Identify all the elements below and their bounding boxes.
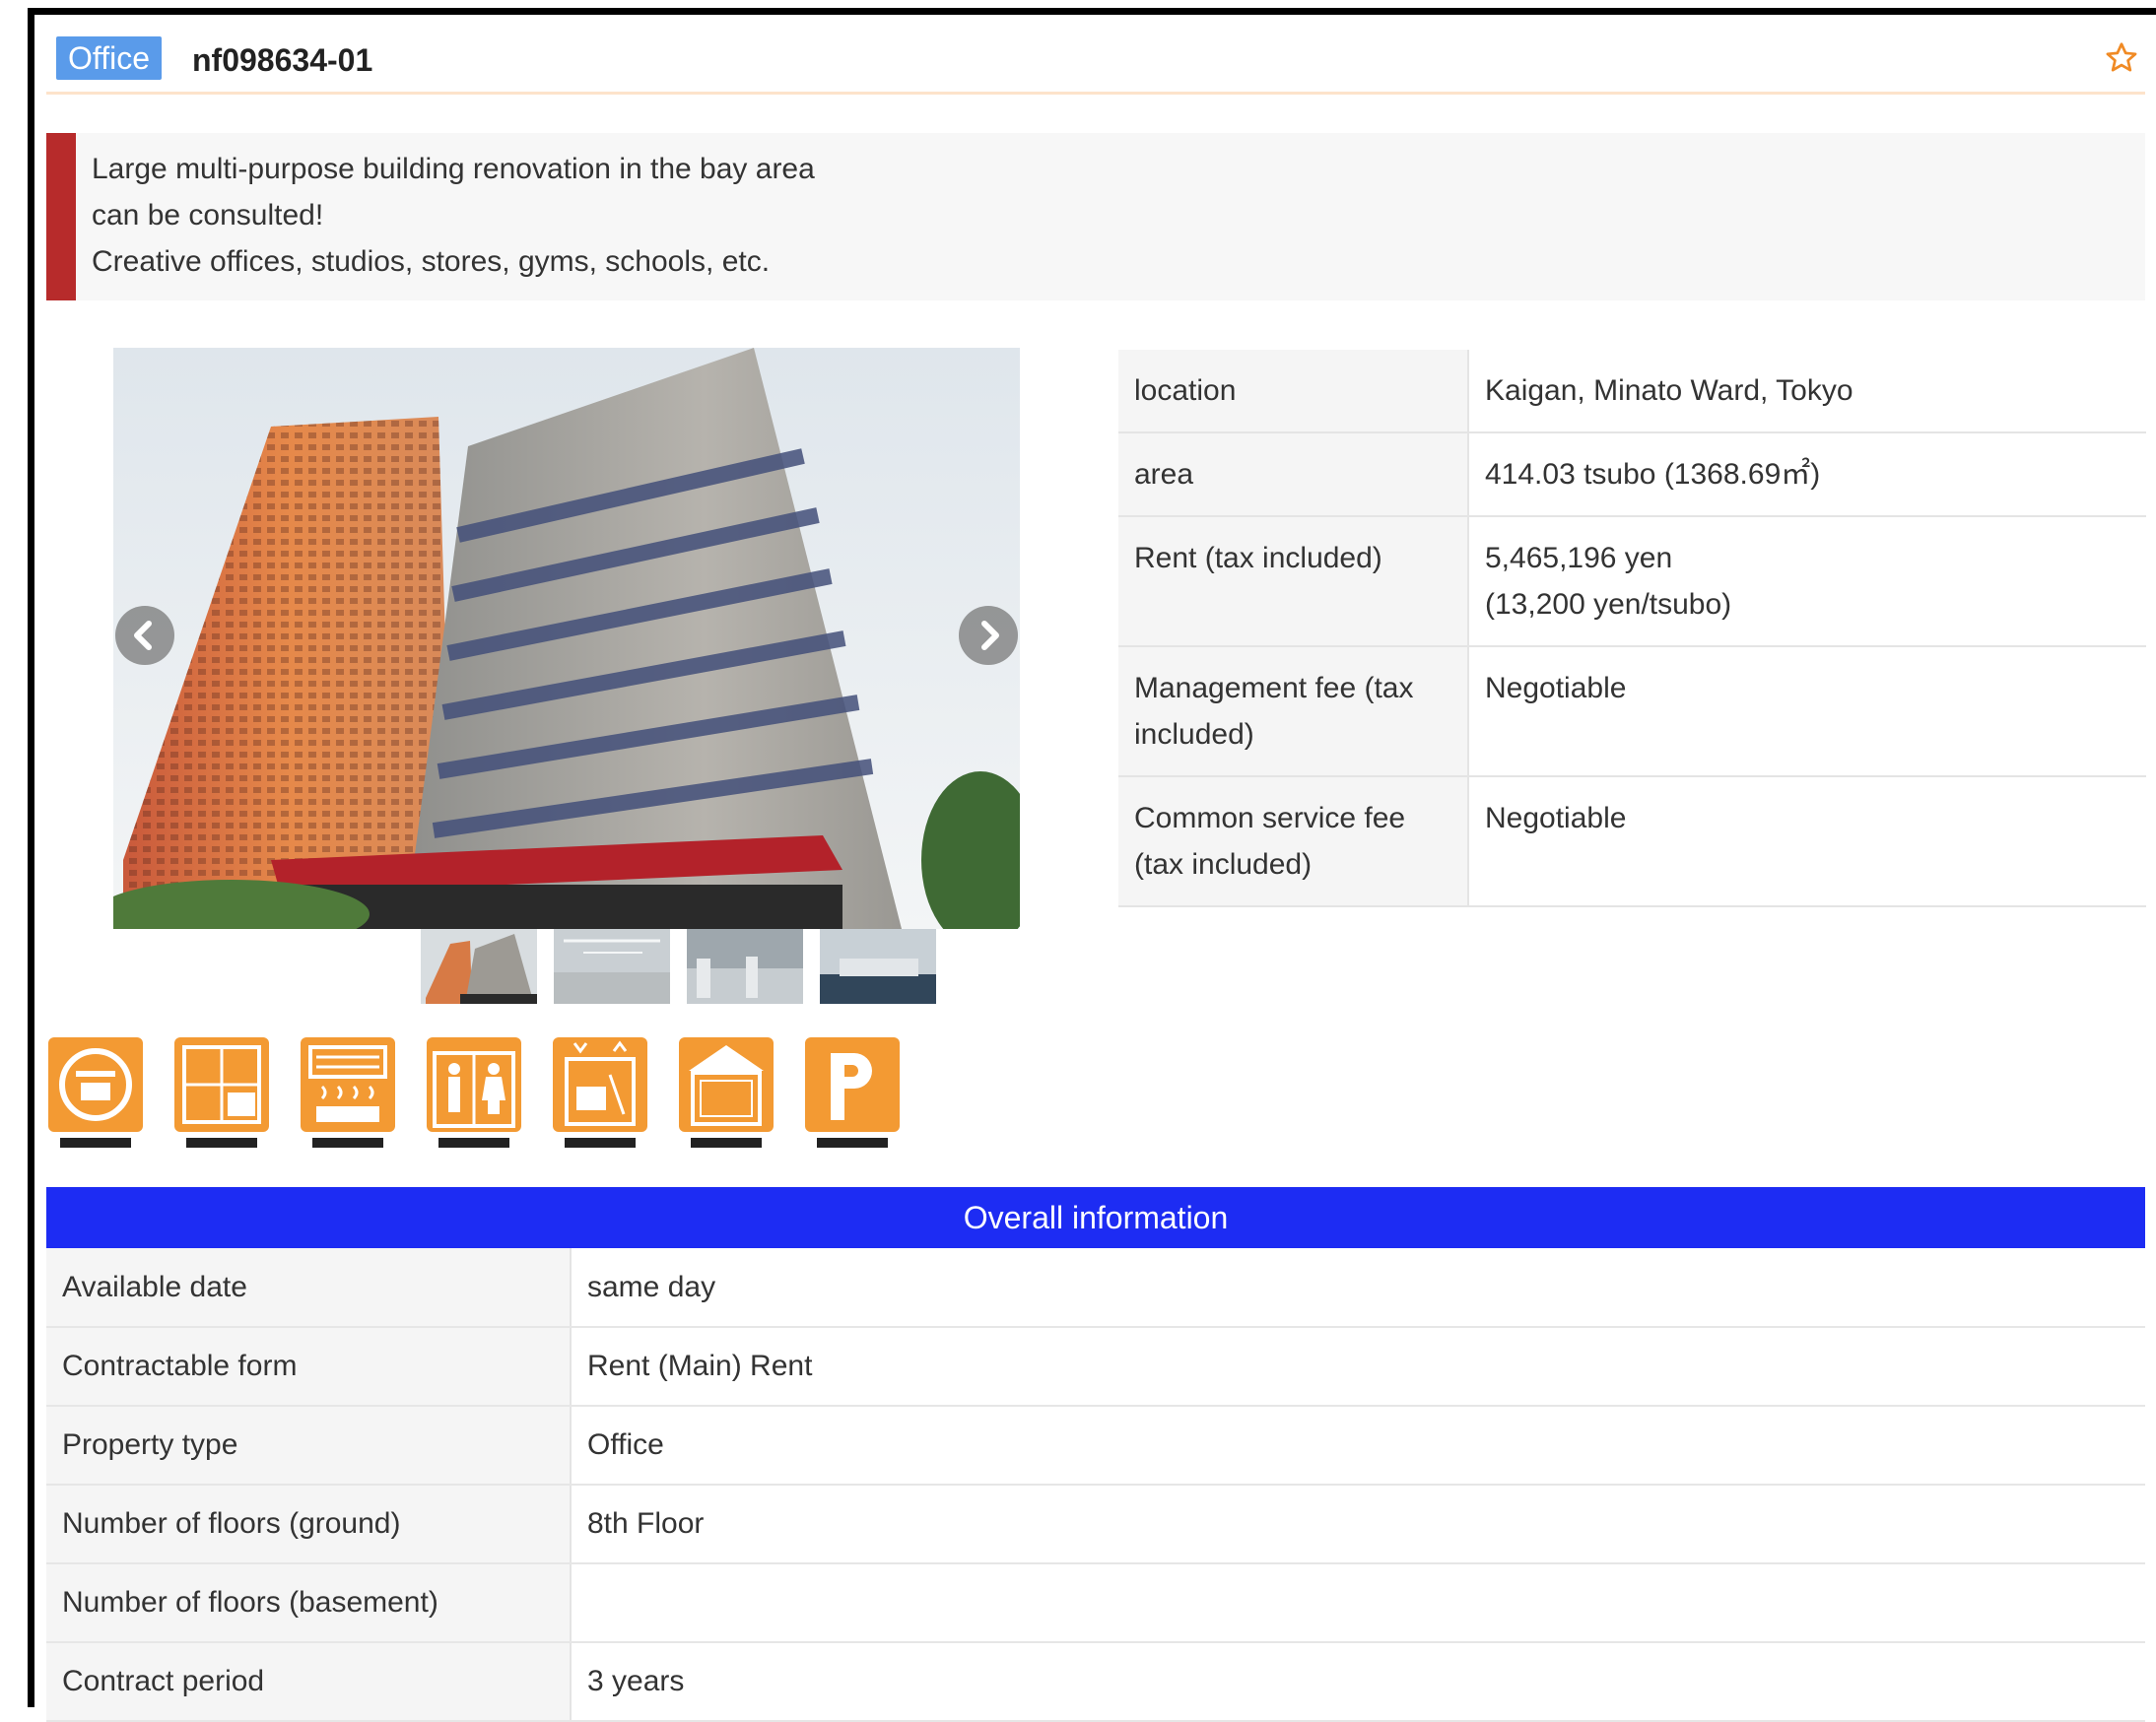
floors-basement-value (571, 1563, 2145, 1643)
location-label: location (1118, 350, 1469, 433)
floors-ground-value: 8th Floor (571, 1485, 2145, 1564)
toilet-icon (425, 1035, 523, 1154)
gallery-next-button[interactable] (959, 606, 1018, 665)
overall-info-table: Available date same day Contractable for… (46, 1248, 2145, 1722)
table-row: Contractable form Rent (Main) Rent (46, 1327, 2145, 1407)
table-row: Available date same day (46, 1248, 2145, 1328)
rent-amount: 5,465,196 yen (1485, 542, 1673, 574)
gallery-prev-button[interactable] (115, 606, 174, 665)
catchcopy-box: Large multi-purpose building renovation … (46, 133, 2145, 300)
area-label: area (1118, 432, 1469, 517)
table-row: Number of floors (basement) (46, 1563, 2145, 1643)
thumbnail-exterior[interactable] (421, 929, 537, 1004)
available-date-value: same day (571, 1248, 2145, 1328)
rent-value: 5,465,196 yen (13,200 yen/tsubo) (1468, 516, 2146, 647)
contract-period-value: 3 years (571, 1642, 2145, 1722)
table-row: Management fee (tax included) Negotiable (1118, 646, 2146, 777)
property-header: Office nf098634-01 (46, 33, 2145, 95)
management-fee-label: Management fee (tax included) (1118, 646, 1469, 777)
rent-label: Rent (tax included) (1118, 516, 1469, 647)
thumbnail-interior-3[interactable] (820, 929, 936, 1004)
property-card: Office nf098634-01 Large multi-purpose b… (28, 8, 2156, 1722)
contract-period-label: Contract period (46, 1642, 572, 1722)
floors-ground-label: Number of floors (ground) (46, 1485, 572, 1564)
table-row: area 414.03 tsubo (1368.69㎡) (1118, 432, 2146, 517)
catchcopy-line: Creative offices, studios, stores, gyms,… (92, 245, 771, 278)
table-row: location Kaigan, Minato Ward, Tokyo (1118, 350, 2146, 433)
parking-icon (803, 1035, 902, 1154)
star-outline-icon[interactable] (2104, 40, 2139, 76)
summary-table: location Kaigan, Minato Ward, Tokyo area… (1118, 350, 2146, 907)
property-id: nf098634-01 (192, 42, 373, 78)
elevator-icon (551, 1035, 649, 1154)
table-row: Contract period 3 years (46, 1642, 2145, 1722)
feature-icons (46, 1035, 933, 1154)
catchcopy-line: can be consulted! (92, 199, 324, 232)
air-conditioning-icon (299, 1035, 397, 1154)
contractable-form-label: Contractable form (46, 1327, 572, 1407)
ceiling-height-icon (677, 1035, 775, 1154)
location-value: Kaigan, Minato Ward, Tokyo (1468, 350, 2146, 433)
rental-icon (46, 1035, 145, 1154)
property-type-value: Office (571, 1406, 2145, 1486)
photo-gallery (113, 348, 1020, 1004)
floors-basement-label: Number of floors (basement) (46, 1563, 572, 1643)
chevron-right-icon (981, 621, 999, 650)
property-type-badge: Office (56, 36, 162, 80)
catchcopy-line: Large multi-purpose building renovation … (92, 153, 815, 185)
table-row: Common service fee (tax included) Negoti… (1118, 776, 2146, 907)
common-service-fee-label: Common service fee (tax included) (1118, 776, 1469, 907)
property-type-label: Property type (46, 1406, 572, 1486)
table-row: Rent (tax included) 5,465,196 yen (13,20… (1118, 516, 2146, 647)
partition-ok-icon (172, 1035, 271, 1154)
thumbnail-interior-2[interactable] (687, 929, 803, 1004)
contractable-form-value: Rent (Main) Rent (571, 1327, 2145, 1407)
chevron-left-icon (134, 621, 152, 650)
main-photo (113, 348, 1020, 929)
area-value: 414.03 tsubo (1368.69㎡) (1468, 432, 2146, 517)
available-date-label: Available date (46, 1248, 572, 1328)
thumbnail-strip (389, 929, 936, 1006)
overall-info-header: Overall information (46, 1187, 2145, 1248)
table-row: Property type Office (46, 1406, 2145, 1486)
management-fee-value: Negotiable (1468, 646, 2146, 777)
rent-per-tsubo: (13,200 yen/tsubo) (1485, 588, 1732, 621)
common-service-fee-value: Negotiable (1468, 776, 2146, 907)
table-row: Number of floors (ground) 8th Floor (46, 1485, 2145, 1564)
thumbnail-interior-1[interactable] (554, 929, 670, 1004)
